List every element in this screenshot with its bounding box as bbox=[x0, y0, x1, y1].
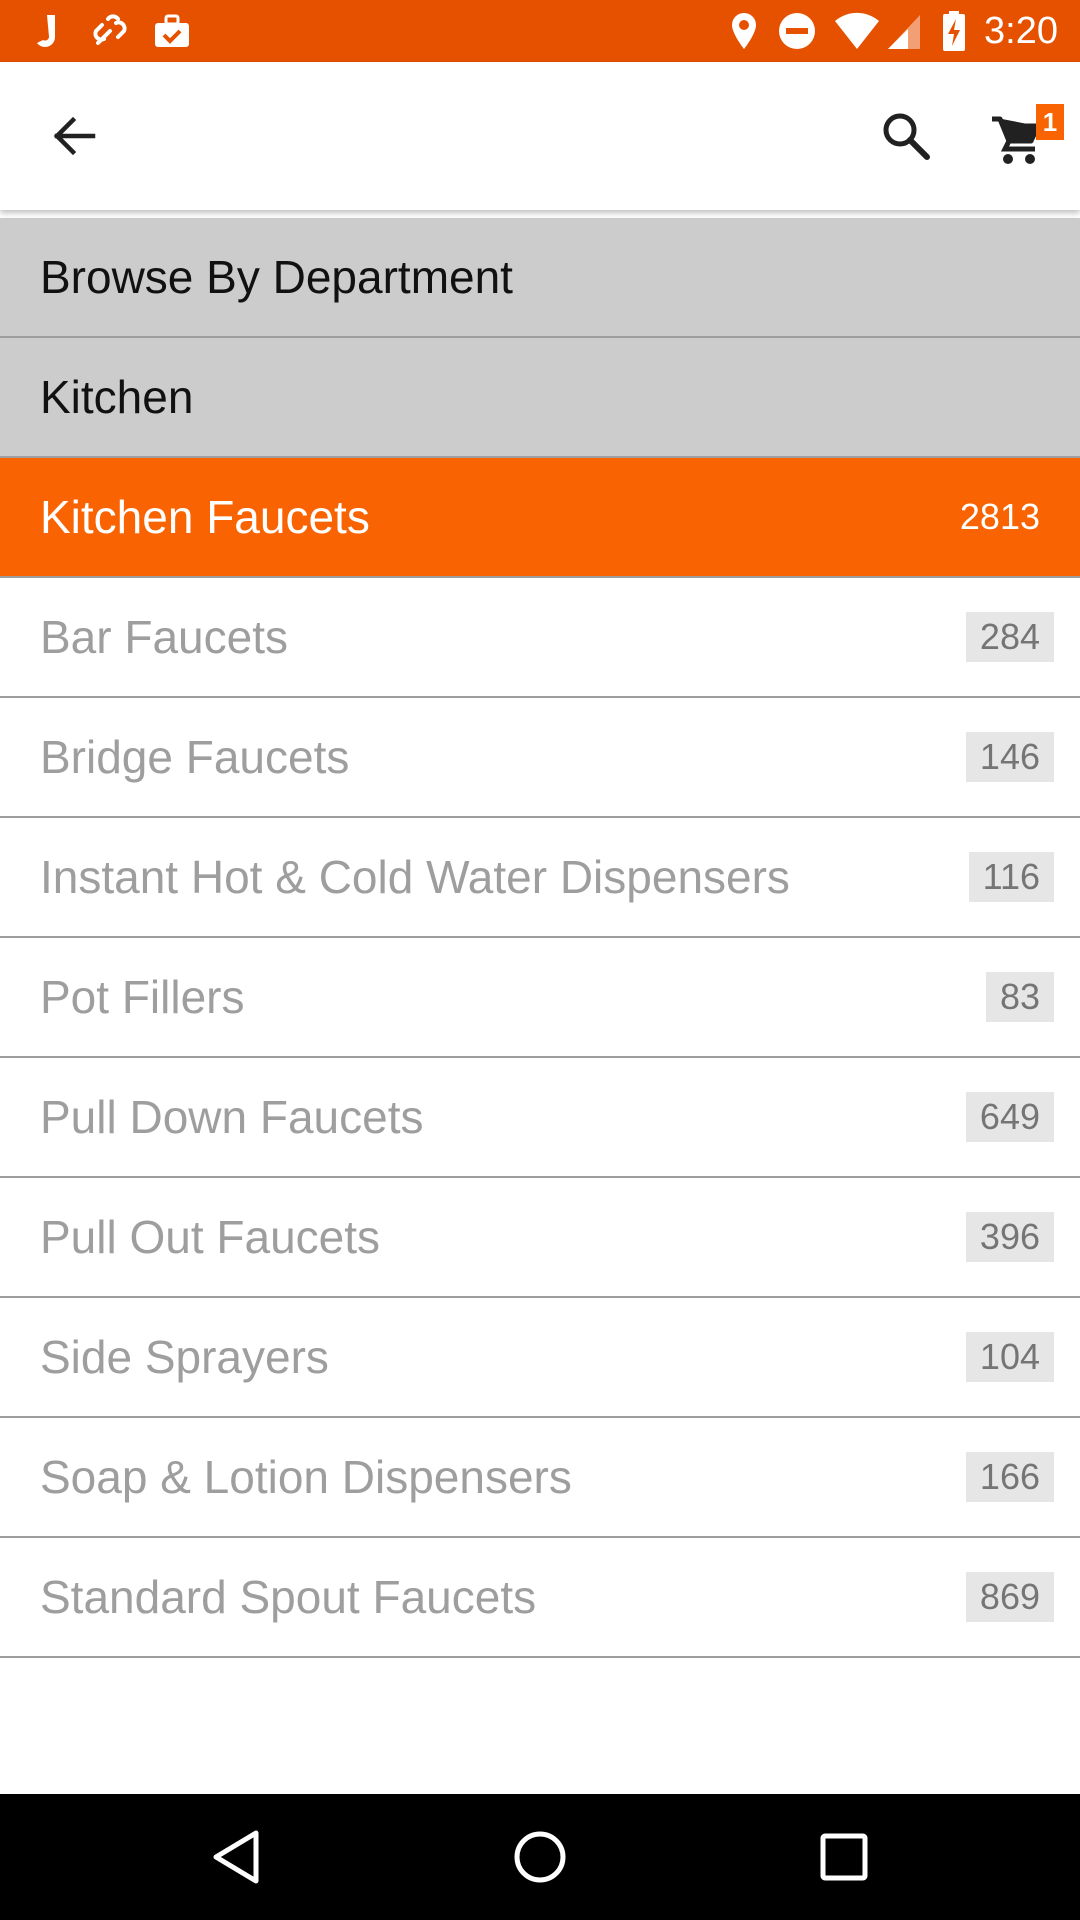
department-list: Browse By Department Kitchen Kitchen Fau… bbox=[0, 218, 1080, 1658]
item-count-badge: 83 bbox=[985, 972, 1054, 1022]
battery-charging-icon bbox=[940, 0, 968, 62]
item-label: Pot Fillers bbox=[40, 971, 245, 1023]
cell-signal-icon bbox=[884, 0, 924, 62]
link-app-icon bbox=[88, 0, 132, 62]
item-count-badge: 104 bbox=[965, 1332, 1054, 1382]
list-item[interactable]: Side Sprayers 104 bbox=[0, 1298, 1080, 1418]
app-bar: 1 bbox=[0, 62, 1080, 210]
nav-home-icon bbox=[514, 1831, 566, 1883]
list-item[interactable]: Bar Faucets 284 bbox=[0, 578, 1080, 698]
back-button[interactable] bbox=[30, 92, 118, 180]
list-item[interactable]: Bridge Faucets 146 bbox=[0, 698, 1080, 818]
item-label: Bridge Faucets bbox=[40, 731, 350, 783]
item-label: Soap & Lotion Dispensers bbox=[40, 1451, 572, 1503]
browse-by-department-header[interactable]: Browse By Department bbox=[0, 218, 1080, 338]
list-item[interactable]: Standard Spout Faucets 869 bbox=[0, 1538, 1080, 1658]
list-item[interactable]: Pull Out Faucets 396 bbox=[0, 1178, 1080, 1298]
item-count-badge: 284 bbox=[965, 612, 1054, 662]
nav-back-icon bbox=[213, 1830, 259, 1884]
briefcase-check-icon bbox=[150, 0, 194, 62]
header-label: Browse By Department bbox=[40, 251, 513, 303]
system-nav-bar bbox=[0, 1794, 1080, 1920]
category-label: Kitchen Faucets bbox=[40, 491, 370, 543]
item-count-badge: 146 bbox=[965, 732, 1054, 782]
item-label: Pull Out Faucets bbox=[40, 1211, 381, 1263]
list-item[interactable]: Instant Hot & Cold Water Dispensers 116 bbox=[0, 818, 1080, 938]
nav-home-button[interactable] bbox=[480, 1794, 600, 1920]
category-kitchen-faucets[interactable]: Kitchen Faucets 2813 bbox=[0, 458, 1080, 578]
item-label: Bar Faucets bbox=[40, 611, 288, 663]
item-count-badge: 166 bbox=[965, 1452, 1054, 1502]
department-label: Kitchen bbox=[40, 371, 194, 423]
status-bar: 3:20 bbox=[0, 0, 1080, 62]
item-label: Standard Spout Faucets bbox=[40, 1571, 537, 1623]
item-count-badge: 649 bbox=[965, 1092, 1054, 1142]
nav-back-button[interactable] bbox=[176, 1794, 296, 1920]
arrow-back-icon bbox=[53, 116, 96, 156]
item-label: Side Sprayers bbox=[40, 1331, 329, 1383]
category-count: 2813 bbox=[959, 496, 1040, 537]
wifi-icon bbox=[832, 0, 882, 62]
item-count-badge: 396 bbox=[965, 1212, 1054, 1262]
department-kitchen[interactable]: Kitchen bbox=[0, 338, 1080, 458]
do-not-disturb-icon bbox=[776, 0, 818, 62]
item-count-badge: 869 bbox=[965, 1572, 1054, 1622]
list-item[interactable]: Pot Fillers 83 bbox=[0, 938, 1080, 1058]
item-label: Instant Hot & Cold Water Dispensers bbox=[40, 851, 790, 903]
item-count-badge: 116 bbox=[968, 852, 1054, 902]
cart-icon bbox=[992, 116, 1041, 164]
cart-button[interactable]: 1 bbox=[968, 82, 1064, 190]
cart-count-badge: 1 bbox=[1036, 104, 1064, 140]
list-item[interactable]: Soap & Lotion Dispensers 166 bbox=[0, 1418, 1080, 1538]
location-icon bbox=[728, 0, 760, 62]
j-app-icon bbox=[30, 0, 66, 62]
nav-recents-icon bbox=[820, 1833, 868, 1881]
search-button[interactable] bbox=[862, 92, 950, 180]
status-time: 3:20 bbox=[984, 10, 1058, 52]
item-label: Pull Down Faucets bbox=[40, 1091, 424, 1143]
search-icon bbox=[883, 113, 930, 160]
nav-recents-button[interactable] bbox=[784, 1794, 904, 1920]
list-item[interactable]: Pull Down Faucets 649 bbox=[0, 1058, 1080, 1178]
